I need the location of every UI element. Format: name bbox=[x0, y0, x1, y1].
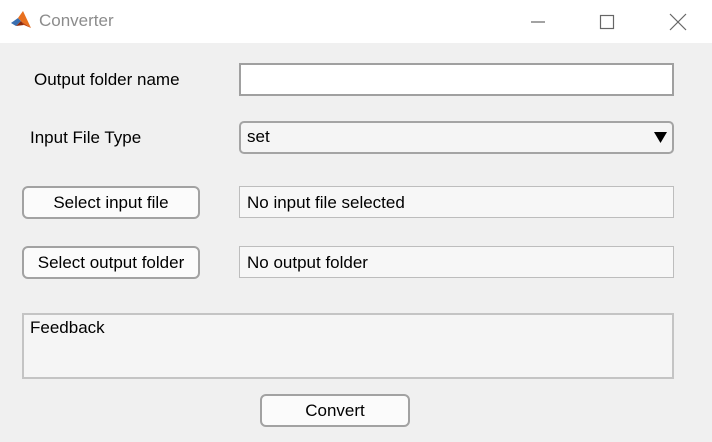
window-title: Converter bbox=[39, 11, 114, 30]
output-folder-status: No output folder bbox=[239, 246, 674, 278]
convert-button[interactable]: Convert bbox=[260, 394, 410, 427]
input-file-type-dropdown[interactable]: set bbox=[239, 121, 674, 154]
matlab-logo-icon bbox=[11, 11, 31, 28]
minimize-icon bbox=[531, 20, 545, 23]
input-file-status-text: No input file selected bbox=[247, 193, 405, 212]
select-output-folder-button[interactable]: Select output folder bbox=[22, 246, 200, 279]
feedback-area: Feedback bbox=[22, 313, 674, 379]
select-input-file-button[interactable]: Select input file bbox=[22, 186, 200, 219]
input-file-status: No input file selected bbox=[239, 186, 674, 218]
output-folder-status-text: No output folder bbox=[247, 253, 368, 272]
maximize-icon bbox=[599, 14, 615, 29]
feedback-text: Feedback bbox=[30, 318, 105, 337]
select-output-folder-label: Select output folder bbox=[37, 252, 185, 272]
maximize-button[interactable] bbox=[584, 0, 630, 43]
output-folder-name-input[interactable] bbox=[239, 63, 674, 96]
dropdown-arrow-icon bbox=[654, 132, 667, 143]
input-file-type-selected: set bbox=[247, 127, 270, 146]
select-input-file-label: Select input file bbox=[53, 192, 169, 212]
output-folder-name-label: Output folder name bbox=[34, 70, 180, 89]
title-bar: Converter bbox=[0, 0, 712, 43]
minimize-button[interactable] bbox=[515, 0, 561, 43]
input-file-type-label: Input File Type bbox=[30, 128, 142, 147]
close-icon bbox=[669, 13, 687, 30]
close-button[interactable] bbox=[655, 0, 701, 43]
convert-label: Convert bbox=[305, 400, 365, 420]
